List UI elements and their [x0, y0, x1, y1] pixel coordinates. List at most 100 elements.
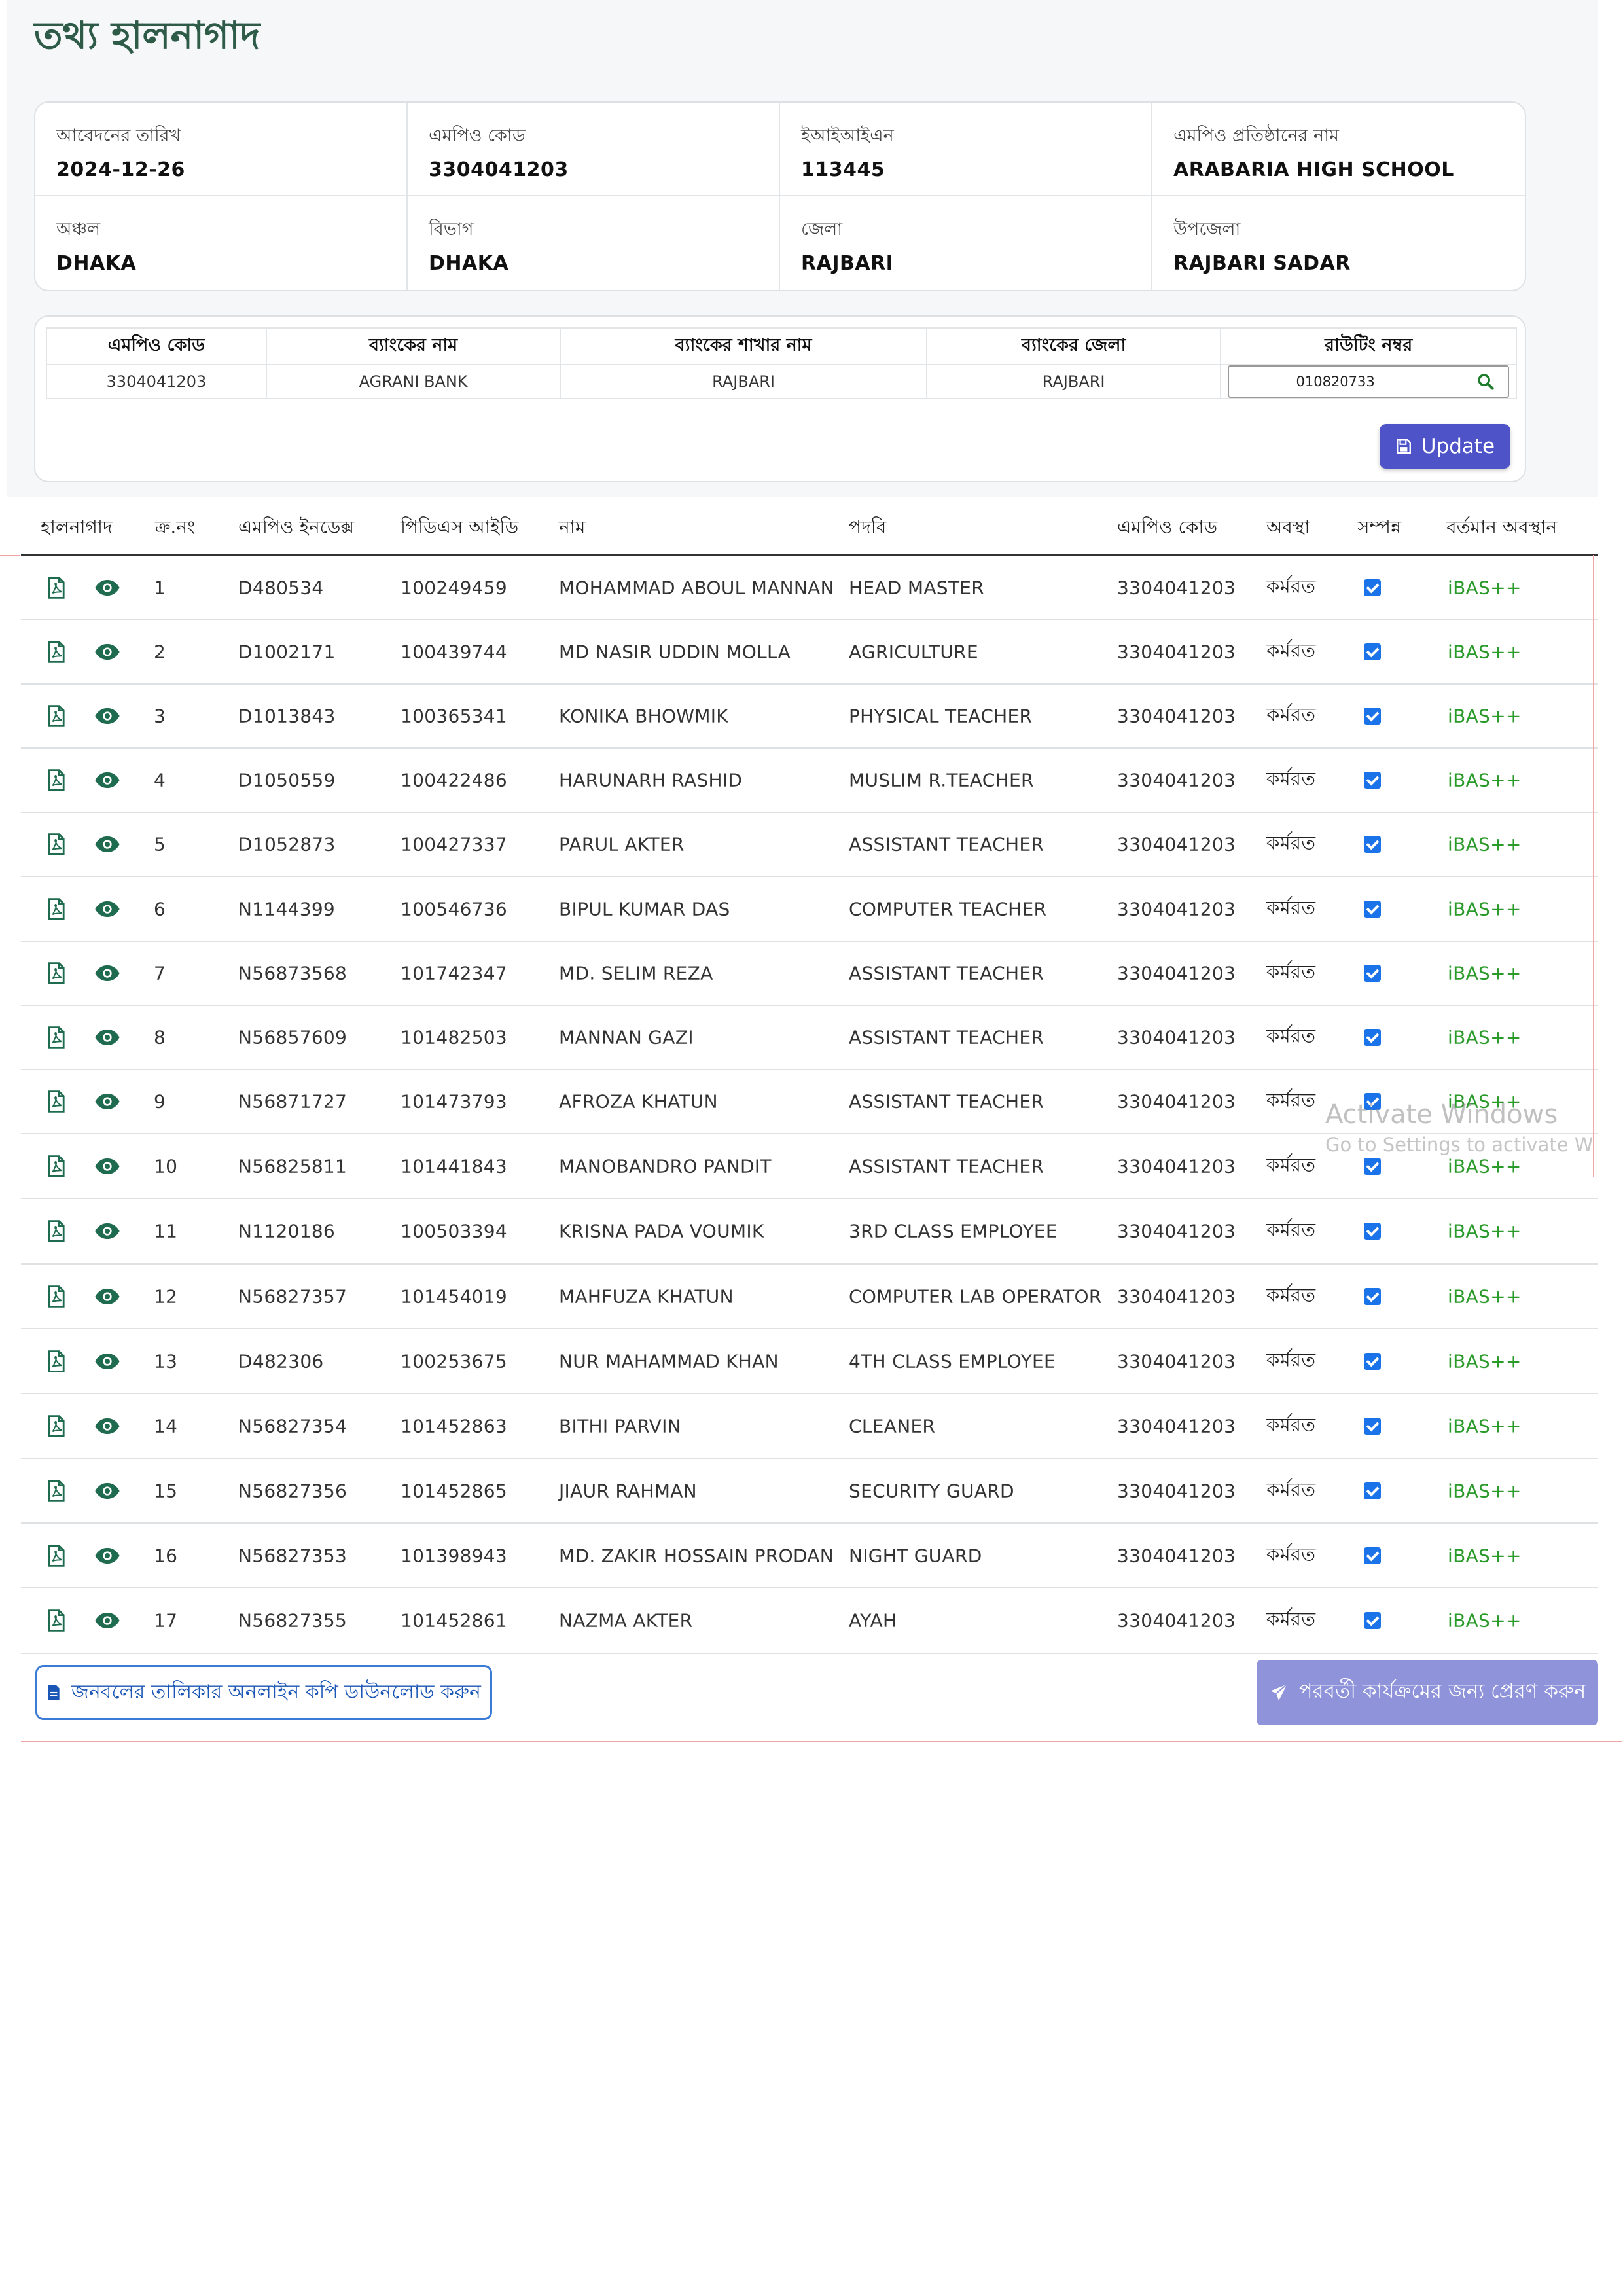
cell-location: iBAS++ [1448, 577, 1522, 599]
eye-icon[interactable] [94, 1547, 120, 1565]
done-checkbox[interactable] [1364, 1612, 1381, 1629]
pdf-icon[interactable] [47, 1414, 65, 1437]
bank-name: AGRANI BANK [265, 364, 562, 399]
cell-pds-id: 100546736 [401, 898, 508, 920]
pdf-icon[interactable] [47, 1090, 65, 1113]
pdf-icon[interactable] [47, 641, 65, 663]
cell-name: MD NASIR UDDIN MOLLA [559, 641, 791, 663]
cell-designation: ASSISTANT TEACHER [849, 1090, 1044, 1113]
download-staff-list-button[interactable]: জনবলের তালিকার অনলাইন কপি ডাউনলোড করুন [35, 1665, 492, 1720]
cell-serial: 5 [154, 833, 166, 855]
done-checkbox[interactable] [1364, 836, 1381, 853]
header-done: সম্পন্ন [1357, 516, 1401, 538]
cell-name: HARUNARH RASHID [559, 769, 743, 791]
pdf-icon[interactable] [47, 897, 65, 920]
cell-status: কর্মরত [1266, 1543, 1316, 1565]
pdf-icon[interactable] [47, 1479, 65, 1502]
cell-name: MD. ZAKIR HOSSAIN PRODAN [559, 1545, 834, 1566]
eye-icon[interactable] [94, 1417, 120, 1435]
cell-pds-id: 101452863 [401, 1415, 508, 1437]
staff-table-header: হালনাগাদ ক্র.নং এমপিও ইনডেক্স পিডিএস আইড… [21, 504, 1598, 556]
pdf-icon[interactable] [47, 1609, 65, 1632]
done-checkbox[interactable] [1364, 1223, 1381, 1240]
table-row: 2 D1002171 100439744 MD NASIR UDDIN MOLLA AG… [21, 620, 1598, 685]
info-value: RAJBARI SADAR [1173, 252, 1351, 275]
pdf-icon[interactable] [47, 1155, 65, 1177]
eye-icon[interactable] [94, 643, 120, 661]
bank-header-bank-name: ব্যাংকের নাম [265, 327, 562, 365]
eye-icon[interactable] [94, 1222, 120, 1240]
eye-icon[interactable] [94, 1092, 120, 1111]
pdf-icon[interactable] [47, 1220, 65, 1242]
pdf-icon[interactable] [47, 769, 65, 791]
routing-number-input[interactable] [1229, 374, 1442, 389]
pdf-icon[interactable] [47, 1026, 65, 1049]
cell-name: KRISNA PADA VOUMIK [559, 1220, 764, 1242]
done-checkbox[interactable] [1364, 1482, 1381, 1499]
cell-serial: 14 [154, 1415, 178, 1437]
eye-icon[interactable] [94, 835, 120, 853]
eye-icon[interactable] [94, 579, 120, 597]
done-checkbox[interactable] [1364, 900, 1381, 918]
cell-mpo-index: N56827353 [238, 1545, 348, 1566]
cell-serial: 17 [154, 1609, 178, 1632]
pdf-icon[interactable] [47, 577, 65, 599]
info-division: বিভাগ DHAKA [408, 196, 780, 290]
eye-icon[interactable] [94, 964, 120, 982]
cell-designation: ASSISTANT TEACHER [849, 833, 1044, 855]
pdf-icon[interactable] [47, 833, 65, 855]
eye-icon[interactable] [94, 1611, 120, 1630]
eye-icon[interactable] [94, 1028, 120, 1047]
cell-designation: 3RD CLASS EMPLOYEE [849, 1220, 1058, 1242]
cell-status: কর্মরত [1266, 767, 1316, 790]
cell-location: iBAS++ [1448, 641, 1522, 663]
cell-mpo-index: N1120186 [238, 1220, 336, 1242]
table-row: 3 D1013843 100365341 KONIKA BHOWMIK PHYSICAL… [21, 685, 1598, 749]
done-checkbox[interactable] [1364, 1287, 1381, 1305]
pdf-icon[interactable] [47, 962, 65, 984]
info-value: 113445 [801, 158, 885, 181]
eye-icon[interactable] [94, 1157, 120, 1175]
done-checkbox[interactable] [1364, 1157, 1381, 1175]
cell-mpo-index: N56871727 [238, 1090, 348, 1113]
eye-icon[interactable] [94, 707, 120, 725]
eye-icon[interactable] [94, 1287, 120, 1306]
eye-icon[interactable] [94, 1482, 120, 1500]
done-checkbox[interactable] [1364, 1029, 1381, 1046]
cell-location: iBAS++ [1448, 1350, 1522, 1372]
header-designation: পদবি [849, 516, 887, 538]
info-label: এমপিও প্রতিষ্ঠানের নাম [1173, 126, 1339, 146]
cell-designation: COMPUTER TEACHER [849, 898, 1047, 920]
done-checkbox[interactable] [1364, 643, 1381, 660]
eye-icon[interactable] [94, 900, 120, 918]
done-checkbox[interactable] [1364, 772, 1381, 789]
routing-field [1228, 365, 1509, 398]
cell-pds-id: 101452865 [401, 1480, 508, 1501]
info-value: DHAKA [56, 252, 137, 275]
cell-status: কর্মরত [1266, 575, 1316, 598]
pdf-icon[interactable] [47, 1285, 65, 1308]
done-checkbox[interactable] [1364, 1547, 1381, 1564]
cell-status: কর্মরত [1266, 1218, 1316, 1241]
done-checkbox[interactable] [1364, 1352, 1381, 1370]
header-name: নাম [559, 516, 586, 538]
header-serial: ক্র.নং [155, 516, 196, 538]
eye-icon[interactable] [94, 771, 120, 789]
pdf-icon[interactable] [47, 1544, 65, 1567]
table-row: 5 D1052873 100427337 PARUL AKTER ASSISTANT T… [21, 813, 1598, 877]
eye-icon[interactable] [94, 1352, 120, 1371]
update-button[interactable]: Update [1380, 424, 1510, 469]
pdf-icon[interactable] [47, 705, 65, 727]
done-checkbox[interactable] [1364, 579, 1381, 596]
cell-serial: 10 [154, 1155, 178, 1177]
cell-mpo-code: 3304041203 [1117, 705, 1236, 727]
pdf-icon[interactable] [47, 1350, 65, 1372]
header-mpo-index: এমপিও ইনডেক্স [238, 516, 355, 538]
done-checkbox[interactable] [1364, 708, 1381, 725]
cell-mpo-index: N56827354 [238, 1415, 348, 1437]
send-next-step-button[interactable]: পরবর্তী কার্যক্রমের জন্য প্রেরণ করুন [1257, 1660, 1598, 1725]
cell-name: BIPUL KUMAR DAS [559, 898, 730, 920]
done-checkbox[interactable] [1364, 1417, 1381, 1435]
search-icon[interactable] [1476, 372, 1495, 391]
done-checkbox[interactable] [1364, 965, 1381, 982]
